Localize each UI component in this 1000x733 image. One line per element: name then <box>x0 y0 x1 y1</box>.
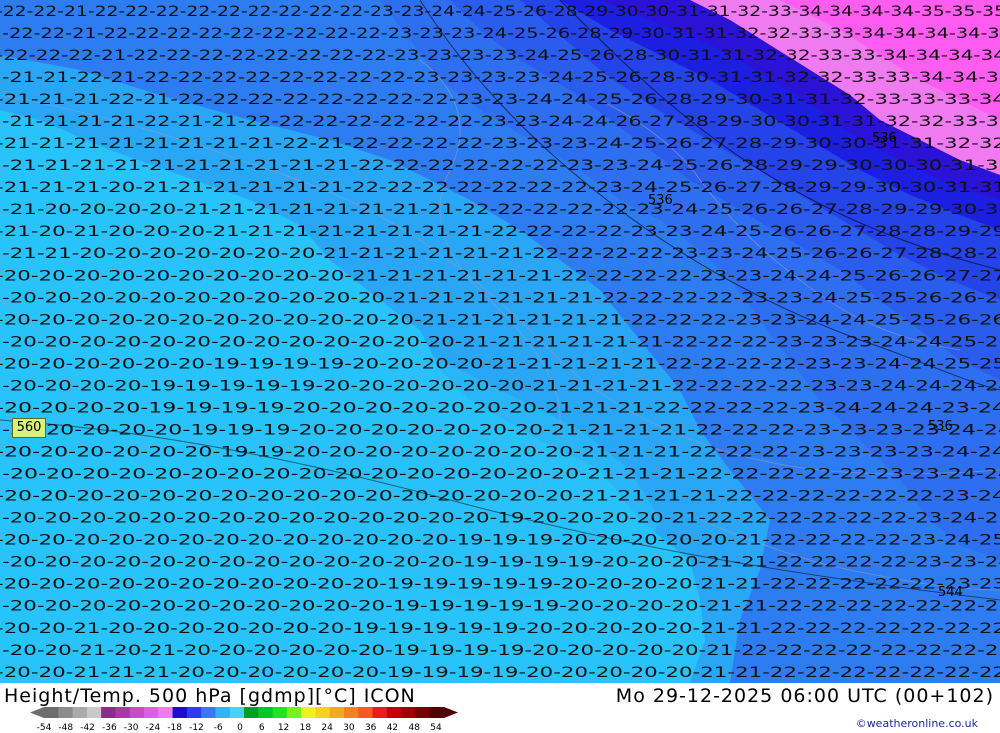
temperature-label-row: -22-22-22-21-22-22-22-22-22-22-22-22-23-… <box>0 48 1000 64</box>
map-title: Height/Temp. 500 hPa [gdmp][°C] ICON <box>4 685 416 707</box>
legend-tick-label: 42 <box>387 723 398 731</box>
legend-tick-label: 12 <box>278 723 289 731</box>
temperature-label-row: -20-20-20-20-20-20-20-20-20-20-20-21-21-… <box>2 290 1000 306</box>
legend-swatch <box>272 707 288 718</box>
legend-arrow-left <box>30 707 44 718</box>
height-label: 536 <box>648 193 673 208</box>
temperature-label-row: -20-20-21-20-21-20-20-20-20-20-20-19-19-… <box>2 643 1000 659</box>
legend-swatch <box>429 707 445 718</box>
temperature-label-row: -21-21-22-21-22-22-22-22-22-22-22-22-23-… <box>2 70 1000 86</box>
legend-swatch <box>186 707 202 718</box>
legend-swatch <box>358 707 374 718</box>
legend-swatch <box>401 707 416 718</box>
legend-swatch <box>372 707 388 718</box>
temperature-label-row: -20-20-20-20-19-19-19-19-19-20-20-20-20-… <box>2 378 1000 394</box>
legend-swatch <box>201 707 216 718</box>
legend-tick-label: -48 <box>58 723 73 731</box>
temperature-label-row: -21-21-20-20-20-20-20-20-20-21-21-21-21-… <box>2 246 1000 262</box>
legend-tick-label: -6 <box>214 723 223 731</box>
legend-swatch <box>101 707 116 718</box>
legend-tick-label: 18 <box>300 723 312 731</box>
height-label: 544 <box>938 585 963 600</box>
color-legend: -54 -48 -42 -36 -30 -24 -18 -12 -6 0 6 12 18 24 30 36 42… <box>30 707 458 731</box>
temperature-label-row: -20-20-20-20-19-19-19-19-20-20-20-20-20-… <box>0 400 1000 416</box>
temperature-label-row: -20-20-20-20-20-20-20-20-20-20-20-20-20-… <box>2 467 1000 483</box>
weather-map: -22-22-21-22-22-22-22-22-22-22-22-22-23-… <box>0 0 1000 683</box>
legend-tick-label: 24 <box>321 723 333 731</box>
legend-swatch <box>72 707 88 718</box>
temperature-label-row: -21-21-21-21-21-21-21-21-22-21-22-22-22-… <box>0 136 1000 152</box>
legend-swatch <box>286 707 302 718</box>
legend-swatch <box>386 707 402 718</box>
legend-swatch <box>229 707 245 718</box>
temperature-label-row: -21-21-21-21-21-21-21-21-21-21-22-22-22-… <box>2 158 1000 174</box>
legend-tick-label: 6 <box>259 723 265 731</box>
legend-swatch <box>301 707 316 718</box>
height-label: 536 <box>928 419 953 434</box>
legend-swatch <box>329 707 345 718</box>
legend-tick-label: -24 <box>146 723 161 731</box>
legend-swatch <box>86 707 102 718</box>
legend-tick-label: 36 <box>365 723 377 731</box>
temperature-label-row: -21-21-21-21-22-21-21-22-22-22-22-22-22-… <box>2 114 1000 130</box>
temperature-label-row: -20-20-20-20-20-20-19-19-20-20-20-20-20-… <box>0 445 1000 461</box>
temperature-label-row: -20-20-20-20-20-20-20-20-20-20-20-20-20-… <box>2 334 1000 350</box>
legend-swatch <box>415 707 431 718</box>
height-label: 536 <box>872 131 897 146</box>
temperature-field: -22-22-21-22-22-22-22-22-22-22-22-22-23-… <box>0 0 1000 683</box>
height-label-560: 560 <box>12 418 46 438</box>
temperature-label-row: -20-20-20-20-20-20-20-20-20-20-20-20-20-… <box>2 555 1000 571</box>
temperature-label-row: -20-20-20-20-20-20-19-19-19-19-20-20-20-… <box>0 356 1000 372</box>
legend-tick-label: -42 <box>80 723 95 731</box>
temperature-label-row: -20-20-20-20-20-20-20-20-20-20-20-20-20-… <box>2 511 1000 527</box>
legend-tick-label: 54 <box>430 723 442 731</box>
legend-swatch <box>158 707 174 718</box>
temperature-label-row: -20-20-20-20-20-20-20-20-20-20-20-20-20-… <box>0 533 1000 549</box>
legend-arrow-right <box>444 707 458 718</box>
temperature-label-row: -21-21-21-22-21-22-22-22-22-22-22-22-22-… <box>0 92 1000 108</box>
legend-swatch <box>44 707 59 718</box>
legend-swatch <box>315 707 331 718</box>
legend-tick-label: -36 <box>102 723 117 731</box>
legend-tick-label: -30 <box>124 723 139 731</box>
legend-tick-label: 30 <box>343 723 355 731</box>
legend-swatch <box>115 707 131 718</box>
temperature-label-row: -22-22-21-22-22-22-22-22-22-22-22-22-23-… <box>0 4 1000 20</box>
temperature-label-row: -21-20-20-20-20-21-21-21-21-21-21-21-21-… <box>2 202 1000 218</box>
temperature-label-row: -20-20-21-21-21-20-20-20-20-20-20-19-19-… <box>0 665 1000 681</box>
legend-tick-label: -18 <box>167 723 182 731</box>
temperature-label-row: -20-20-20-20-20-20-20-20-20-20-20-19-19-… <box>0 577 1000 593</box>
legend-tick-label: -12 <box>189 723 204 731</box>
legend-swatch <box>58 707 74 718</box>
legend-swatch <box>215 707 231 718</box>
temperature-labels: -22-22-21-22-22-22-22-22-22-22-22-22-23-… <box>0 4 1000 681</box>
temperature-label-row: -20-20-21-20-20-20-20-20-20-20-19-19-19-… <box>0 621 1000 637</box>
temperature-label-row: -21-20-21-20-20-20-21-21-21-21-21-21-21-… <box>0 224 1000 240</box>
temperature-label-row: -20-20-20-20-20-19-19-19-20-20-20-20-20-… <box>2 422 1000 438</box>
legend-swatch <box>258 707 274 718</box>
temperature-label-row: -20-20-20-20-20-20-20-20-20-20-20-19-19-… <box>2 599 1000 615</box>
credit-link[interactable]: ©weatheronline.co.uk <box>856 717 978 730</box>
footer-bar: Height/Temp. 500 hPa [gdmp][°C] ICON Mo … <box>0 683 1000 733</box>
legend-tick-label: 0 <box>237 723 243 731</box>
legend-swatch <box>344 707 359 718</box>
temperature-label-row: -20-20-20-20-20-20-20-20-20-20-20-20-20-… <box>0 489 1000 505</box>
temperature-label-row: -21-21-21-20-21-21-21-21-21-21-22-22-22-… <box>0 180 1000 196</box>
temperature-label-row: -20-20-20-20-20-20-20-20-20-20-21-21-21-… <box>0 268 1000 284</box>
legend-swatch <box>172 707 188 718</box>
legend-swatch <box>244 707 259 718</box>
temperature-label-row: -20-20-20-20-20-20-20-20-20-20-20-20-21-… <box>0 312 1000 328</box>
valid-time: Mo 29-12-2025 06:00 UTC (00+102) <box>615 685 994 707</box>
temperature-label-row: -22-22-21-22-22-22-22-22-22-22-22-22-23-… <box>2 26 1000 42</box>
legend-tick-label: -54 <box>37 723 52 731</box>
legend-swatch <box>129 707 145 718</box>
legend-tick-label: 48 <box>408 723 420 731</box>
legend-swatch <box>144 707 159 718</box>
